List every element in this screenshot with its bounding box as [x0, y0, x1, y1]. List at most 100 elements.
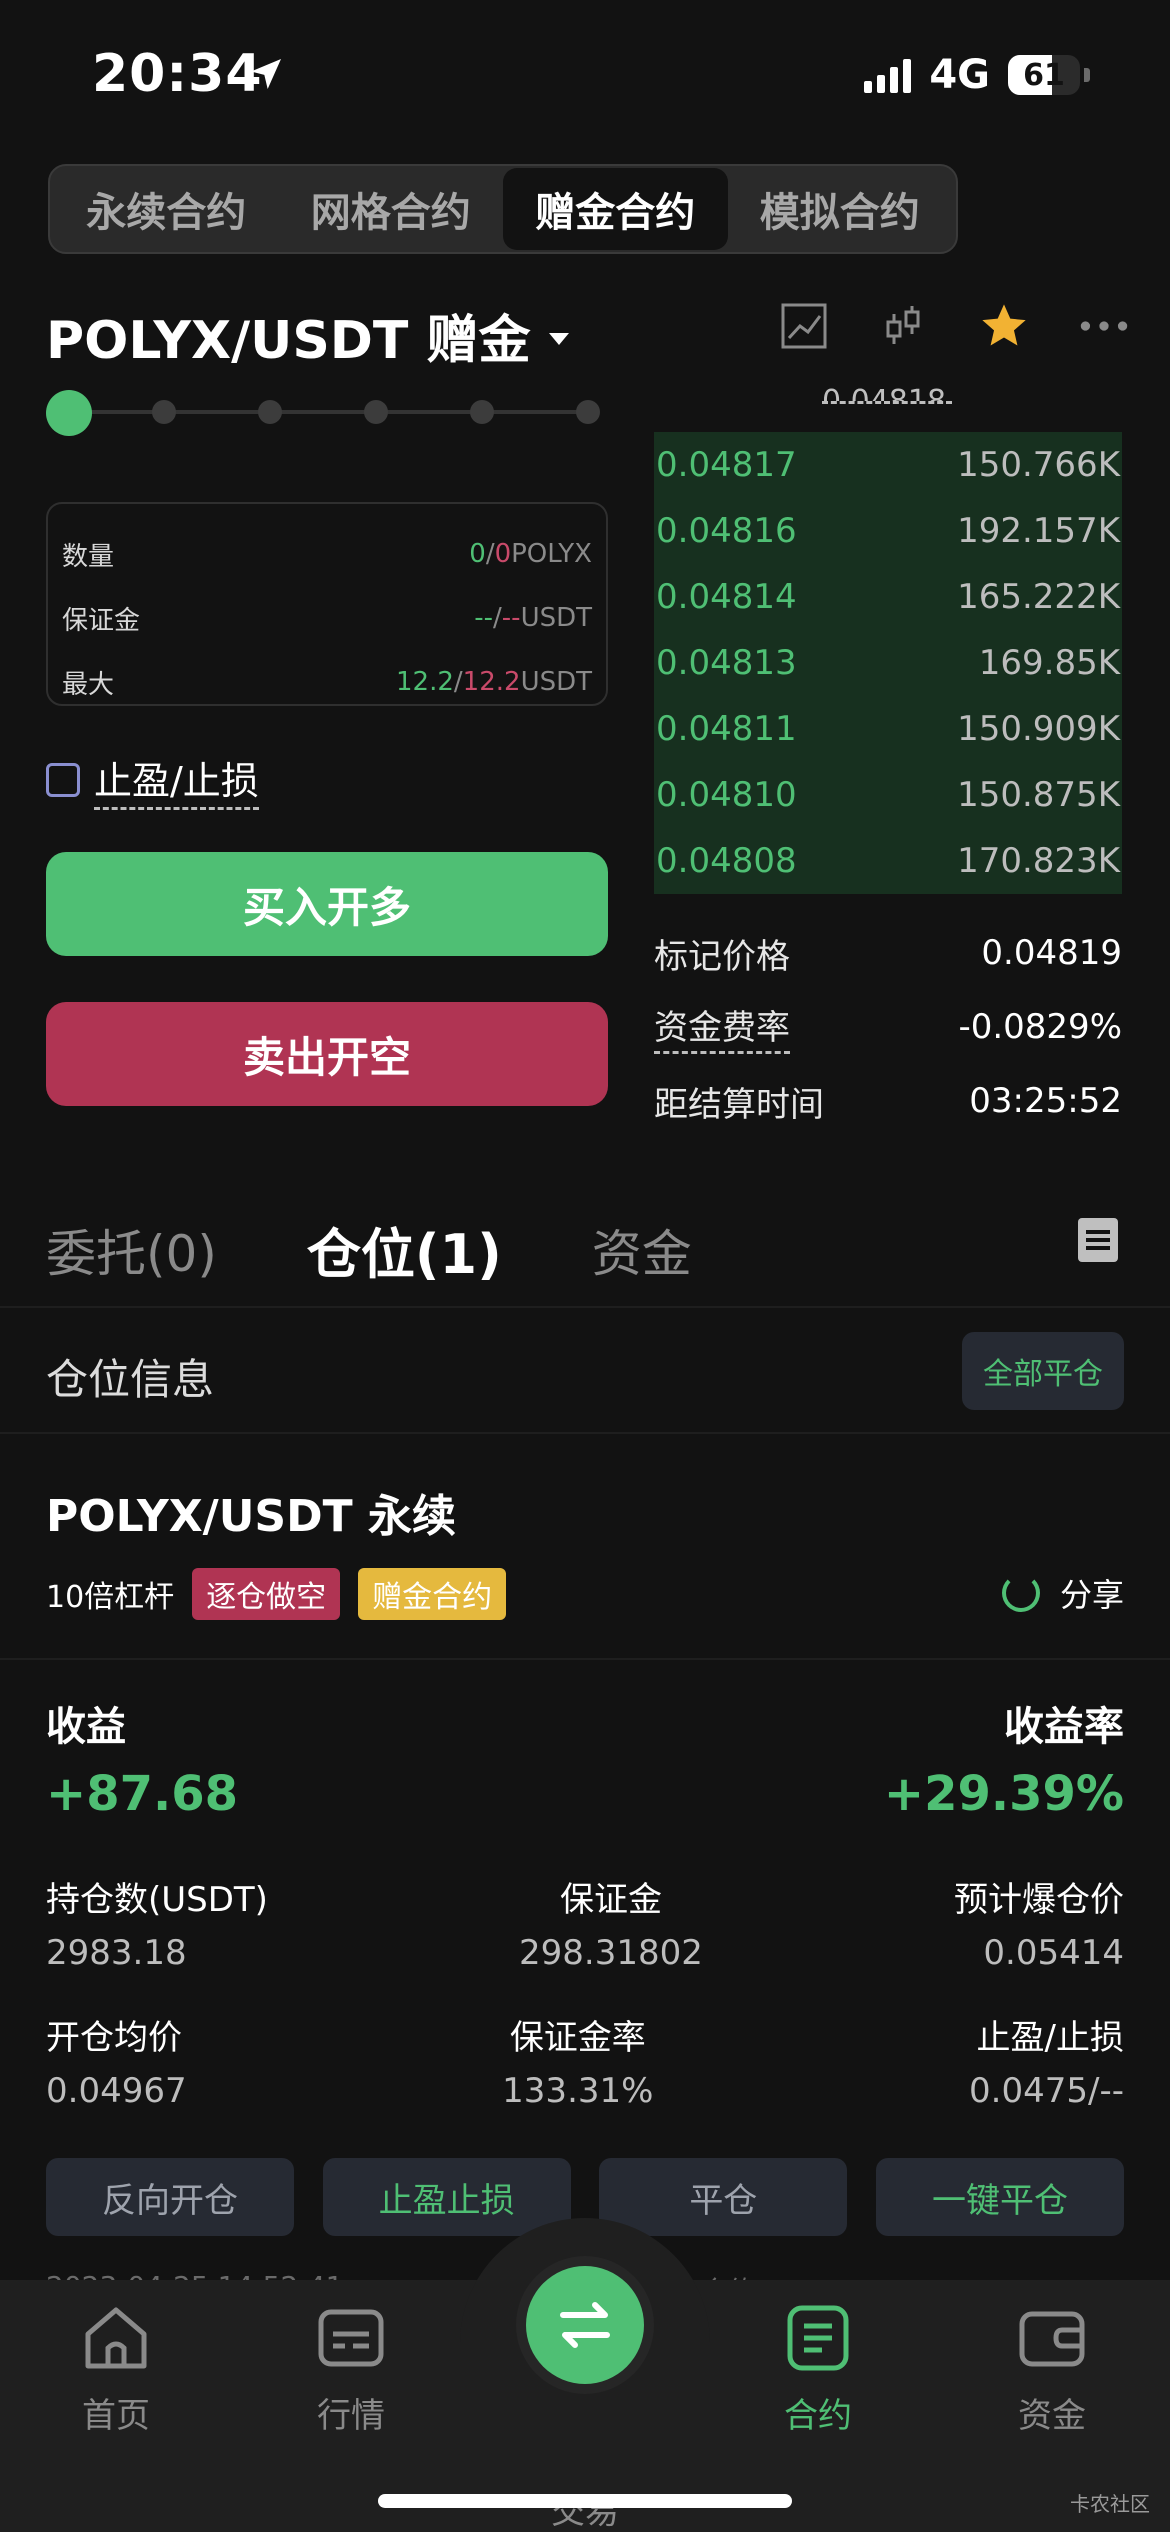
location-arrow-icon: [251, 59, 281, 89]
margin-ratio-label: 保证金率: [509, 2018, 646, 2058]
status-time: 20:34: [92, 44, 263, 104]
order-book-row[interactable]: 0.04808 170.823K: [654, 828, 1122, 894]
buy-long-button[interactable]: 买入开多: [46, 852, 608, 956]
mark-price-value: 0.04819: [981, 933, 1122, 973]
home-icon: [78, 2300, 154, 2376]
one-click-close-button[interactable]: 一键平仓: [875, 2158, 1124, 2236]
home-indicator[interactable]: [378, 2494, 792, 2508]
candlestick-icon[interactable]: [878, 300, 930, 352]
max-label: 最大: [62, 669, 115, 700]
chevron-down-icon: [548, 332, 569, 345]
book-qty: 192.157K: [957, 511, 1120, 551]
pair-symbol: POLYX/USDT 赠金: [46, 311, 531, 371]
share-icon: [1001, 1574, 1040, 1612]
document-icon[interactable]: [1078, 1218, 1118, 1262]
qty-row: 数量 0/0POLYX: [62, 522, 592, 586]
order-book-row[interactable]: 0.04814 165.222K: [654, 564, 1122, 630]
status-indicators: 4G 61: [864, 52, 1090, 98]
header-actions: [778, 300, 1130, 352]
pair-selector[interactable]: POLYX/USDT 赠金: [46, 298, 569, 373]
nav-home[interactable]: 首页: [46, 2300, 186, 2437]
funding-rate-row[interactable]: 资金费率 -0.0829%: [654, 990, 1122, 1064]
tpsl-label-position: 止盈/止损: [976, 2018, 1124, 2058]
book-price: 0.04808: [656, 841, 797, 881]
tpsl-label: 止盈/止损: [94, 750, 259, 810]
position-tabs: 委托(0) 仓位(1) 资金: [46, 1210, 692, 1289]
margin-label: 保证金: [62, 605, 141, 636]
book-price: 0.04816: [656, 511, 797, 551]
liq-price-label: 预计爆仓价: [953, 1880, 1124, 1920]
more-icon[interactable]: [1078, 300, 1130, 352]
tpsl-toggle[interactable]: 止盈/止损: [46, 750, 259, 810]
book-qty: 170.823K: [957, 841, 1120, 881]
sell-short-button[interactable]: 卖出开空: [46, 1002, 608, 1106]
tab-demo[interactable]: 模拟合约: [728, 168, 953, 250]
reverse-open-button[interactable]: 反向开仓: [46, 2158, 294, 2236]
entry-price-value: 0.04967: [46, 2071, 187, 2111]
close-all-button[interactable]: 全部平仓: [962, 1332, 1124, 1410]
pnl-block: 收益 +87.68: [46, 1694, 238, 1822]
book-qty: 169.85K: [978, 643, 1120, 683]
qty-label: 数量: [62, 541, 115, 572]
slider-step[interactable]: [364, 400, 388, 424]
book-price: 0.04817: [656, 445, 797, 485]
mark-price-row: 标记价格 0.04819: [654, 916, 1122, 990]
settlement-value: 03:25:52: [969, 1081, 1122, 1121]
entry-price-label: 开仓均价: [46, 2018, 182, 2058]
order-book-row[interactable]: 0.04816 192.157K: [654, 498, 1122, 564]
funding-rate-label[interactable]: 资金费率: [654, 1000, 790, 1054]
order-book-row[interactable]: 0.04817 150.766K: [654, 432, 1122, 498]
slider-knob[interactable]: [46, 390, 92, 436]
pnl-value: +87.68: [46, 1766, 239, 1822]
tab-bonus[interactable]: 赠金合约: [503, 168, 728, 250]
tab-orders[interactable]: 委托(0): [46, 1214, 217, 1286]
order-info-box: 数量 0/0POLYX 保证金 --/--USDT 最大 12.2/12.2US…: [46, 502, 608, 706]
star-icon[interactable]: [978, 300, 1030, 352]
tpsl-button[interactable]: 止盈止损: [322, 2158, 571, 2236]
position-tags: 10倍杠杆 逐仓做空 赠金合约: [46, 1568, 507, 1620]
tab-grid[interactable]: 网格合约: [279, 168, 504, 250]
market-icon: [313, 2300, 389, 2376]
position-symbol: POLYX/USDT 永续: [46, 1491, 456, 1542]
pnl-label: 收益: [46, 1704, 126, 1750]
nav-trade[interactable]: [526, 2266, 644, 2384]
settlement-label: 距结算时间: [654, 1084, 824, 1125]
slider-step[interactable]: [152, 400, 176, 424]
slider-step[interactable]: [576, 400, 600, 424]
line-chart-icon[interactable]: [778, 300, 830, 352]
signal-icon: [864, 57, 912, 93]
nav-assets-label: 资金: [1018, 2396, 1086, 2436]
side-badge: 逐仓做空: [192, 1568, 341, 1620]
type-badge: 赠金合约: [358, 1568, 507, 1620]
tab-positions[interactable]: 仓位(1): [307, 1210, 502, 1289]
position-stats-row-2: 开仓均价 0.04967 保证金率 133.31% 止盈/止损 0.0475/-…: [46, 2010, 1124, 2111]
margin-value: 298.31802: [519, 1933, 703, 1973]
max-row: 最大 12.2/12.2USDT: [62, 650, 592, 714]
close-position-button[interactable]: 平仓: [599, 2158, 848, 2236]
order-book-row[interactable]: 0.04810 150.875K: [654, 762, 1122, 828]
tab-perpetual[interactable]: 永续合约: [54, 168, 279, 250]
network-type: 4G: [929, 52, 990, 98]
tab-funds[interactable]: 资金: [592, 1214, 692, 1286]
order-book-row[interactable]: 0.04811 150.909K: [654, 696, 1122, 762]
order-book-row[interactable]: 0.04813 169.85K: [654, 630, 1122, 696]
book-price: 0.04811: [656, 709, 797, 749]
swap-icon: [560, 2302, 610, 2348]
settlement-row: 距结算时间 03:25:52: [654, 1064, 1122, 1138]
market-stats: 标记价格 0.04819 资金费率 -0.0829% 距结算时间 03:25:5…: [654, 916, 1122, 1138]
slider-step[interactable]: [258, 400, 282, 424]
battery-icon: 61: [1008, 55, 1080, 95]
nav-market[interactable]: 行情: [281, 2300, 421, 2437]
share-button[interactable]: 分享: [1001, 1570, 1124, 1616]
nav-contract[interactable]: 合约: [748, 2300, 888, 2437]
slider-step[interactable]: [470, 400, 494, 424]
nav-home-label: 首页: [82, 2396, 150, 2436]
nav-market-label: 行情: [317, 2396, 385, 2436]
size-label: 持仓数(USDT): [46, 1880, 268, 1920]
tpsl-checkbox[interactable]: [46, 763, 80, 797]
leverage-slider[interactable]: [46, 388, 608, 436]
book-qty: 150.909K: [957, 709, 1120, 749]
book-qty: 165.222K: [957, 577, 1120, 617]
mark-price-label: 标记价格: [654, 936, 790, 977]
nav-assets[interactable]: 资金: [982, 2300, 1122, 2437]
